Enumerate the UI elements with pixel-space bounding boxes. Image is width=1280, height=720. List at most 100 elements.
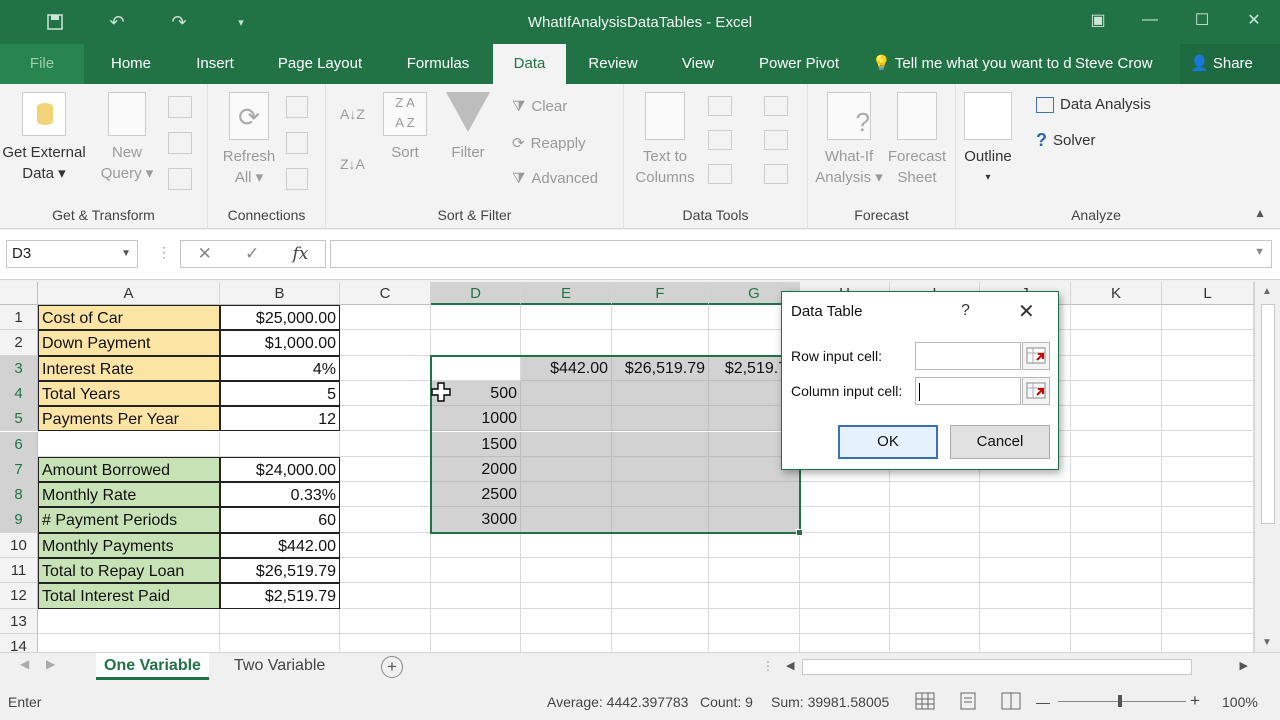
cell-l10[interactable] [1162,532,1254,558]
cell-i9[interactable] [890,507,980,533]
label-cell-a3[interactable]: Interest Rate [38,355,220,381]
minimize-icon[interactable]: — [1124,0,1176,40]
cell-d13[interactable] [431,608,521,634]
table-cell-d6[interactable]: 1500 [431,431,521,457]
tab-file[interactable]: File [0,44,84,84]
cell-c7[interactable] [340,456,431,483]
cell-b13[interactable] [220,608,340,634]
cell-i11[interactable] [890,558,980,584]
scroll-down-icon[interactable]: ▼ [1262,637,1272,648]
cell-k10[interactable] [1071,532,1162,558]
row-header-14[interactable]: 14 [0,633,38,652]
cell-e14[interactable] [521,633,612,652]
table-cell-e5[interactable] [521,406,612,432]
cell-k8[interactable] [1071,482,1162,508]
cell-i14[interactable] [890,633,980,652]
zoom-out-icon[interactable]: — [1036,694,1050,710]
row-header-9[interactable]: 9 [0,507,38,533]
value-cell-b4[interactable]: 5 [220,380,340,407]
cell-c14[interactable] [340,633,431,652]
cell-h9[interactable] [800,507,890,533]
vertical-scrollbar[interactable]: ▲ ▼ [1254,282,1280,652]
cell-k11[interactable] [1071,558,1162,584]
cell-c12[interactable] [340,583,431,609]
tab-view[interactable]: View [668,44,728,84]
cell-g10[interactable] [709,532,800,558]
tab-insert[interactable]: Insert [182,44,248,84]
cancel-button[interactable]: Cancel [950,425,1050,459]
cell-e10[interactable] [521,532,612,558]
cell-c13[interactable] [340,608,431,634]
cell-b14[interactable] [220,633,340,652]
get-external-data-button[interactable]: Get External Data ▾ [0,92,88,184]
cell-h8[interactable] [800,482,890,508]
tab-power-pivot[interactable]: Power Pivot [748,44,850,84]
cell-k2[interactable] [1071,330,1162,356]
col-header-a[interactable]: A [38,282,220,305]
text-to-columns-button[interactable]: Text to Columns [628,92,702,188]
cell-a14[interactable] [38,633,220,652]
cell-f13[interactable] [612,608,709,634]
confirm-entry-icon[interactable]: ✓ [245,244,259,264]
help-icon[interactable]: ? [961,302,970,320]
row-header-8[interactable]: 8 [0,482,38,508]
label-cell-a1[interactable]: Cost of Car [38,305,220,331]
scroll-left-icon[interactable]: ◀ [786,659,794,672]
cell-e13[interactable] [521,608,612,634]
table-cell-f3[interactable]: $26,519.79 [612,355,709,381]
table-cell-d3[interactable] [431,355,521,381]
col-header-l[interactable]: L [1162,282,1254,305]
value-cell-b7[interactable]: $24,000.00 [220,456,340,483]
label-cell-a6[interactable] [38,431,220,457]
row-input-field[interactable] [915,342,1021,370]
value-cell-b11[interactable]: $26,519.79 [220,558,340,584]
cell-k12[interactable] [1071,583,1162,609]
row-input-collapse-icon[interactable] [1022,342,1050,370]
new-query-button[interactable]: New Query ▾ [96,92,158,184]
label-cell-a7[interactable]: Amount Borrowed [38,456,220,483]
sheet-tab-one-variable[interactable]: One Variable [96,653,209,680]
cell-l12[interactable] [1162,583,1254,609]
table-cell-e6[interactable] [521,431,612,457]
table-cell-f9[interactable] [612,507,709,533]
cell-e1[interactable] [521,305,612,331]
cell-k5[interactable] [1071,406,1162,432]
row-header-7[interactable]: 7 [0,456,38,483]
vertical-scroll-thumb[interactable] [1261,304,1275,524]
cell-l7[interactable] [1162,456,1254,483]
row-header-10[interactable]: 10 [0,532,38,558]
value-cell-b10[interactable]: $442.00 [220,532,340,558]
value-cell-b2[interactable]: $1,000.00 [220,330,340,356]
fill-handle[interactable] [796,528,803,536]
collapse-ribbon-icon[interactable]: ▲ [1254,206,1266,220]
tab-data[interactable]: Data [493,44,566,84]
cell-i13[interactable] [890,608,980,634]
row-header-2[interactable]: 2 [0,330,38,356]
zoom-slider-thumb[interactable] [1118,695,1122,707]
row-header-11[interactable]: 11 [0,558,38,584]
advanced-button[interactable]: ⧩ Advanced [512,170,598,187]
page-break-view-icon[interactable] [1001,692,1021,713]
cell-d12[interactable] [431,583,521,609]
cell-d10[interactable] [431,532,521,558]
maximize-icon[interactable]: ☐ [1176,0,1228,40]
cell-h12[interactable] [800,583,890,609]
table-cell-e4[interactable] [521,380,612,407]
table-cell-f6[interactable] [612,431,709,457]
cell-l6[interactable] [1162,431,1254,457]
cell-d11[interactable] [431,558,521,584]
cancel-entry-icon[interactable]: ✕ [198,244,212,264]
horizontal-scrollbar[interactable]: ◀ ▶ [780,656,1254,678]
edit-links-icon[interactable] [286,168,308,190]
cell-k6[interactable] [1071,431,1162,457]
label-cell-a8[interactable]: Monthly Rate [38,482,220,508]
close-window-icon[interactable]: ✕ [1228,0,1280,40]
label-cell-a2[interactable]: Down Payment [38,330,220,356]
cell-f10[interactable] [612,532,709,558]
data-validation-icon[interactable] [708,164,732,184]
cell-j11[interactable] [980,558,1071,584]
cell-h14[interactable] [800,633,890,652]
ok-button[interactable]: OK [838,425,938,459]
cell-j14[interactable] [980,633,1071,652]
relationships-icon[interactable] [764,130,788,150]
